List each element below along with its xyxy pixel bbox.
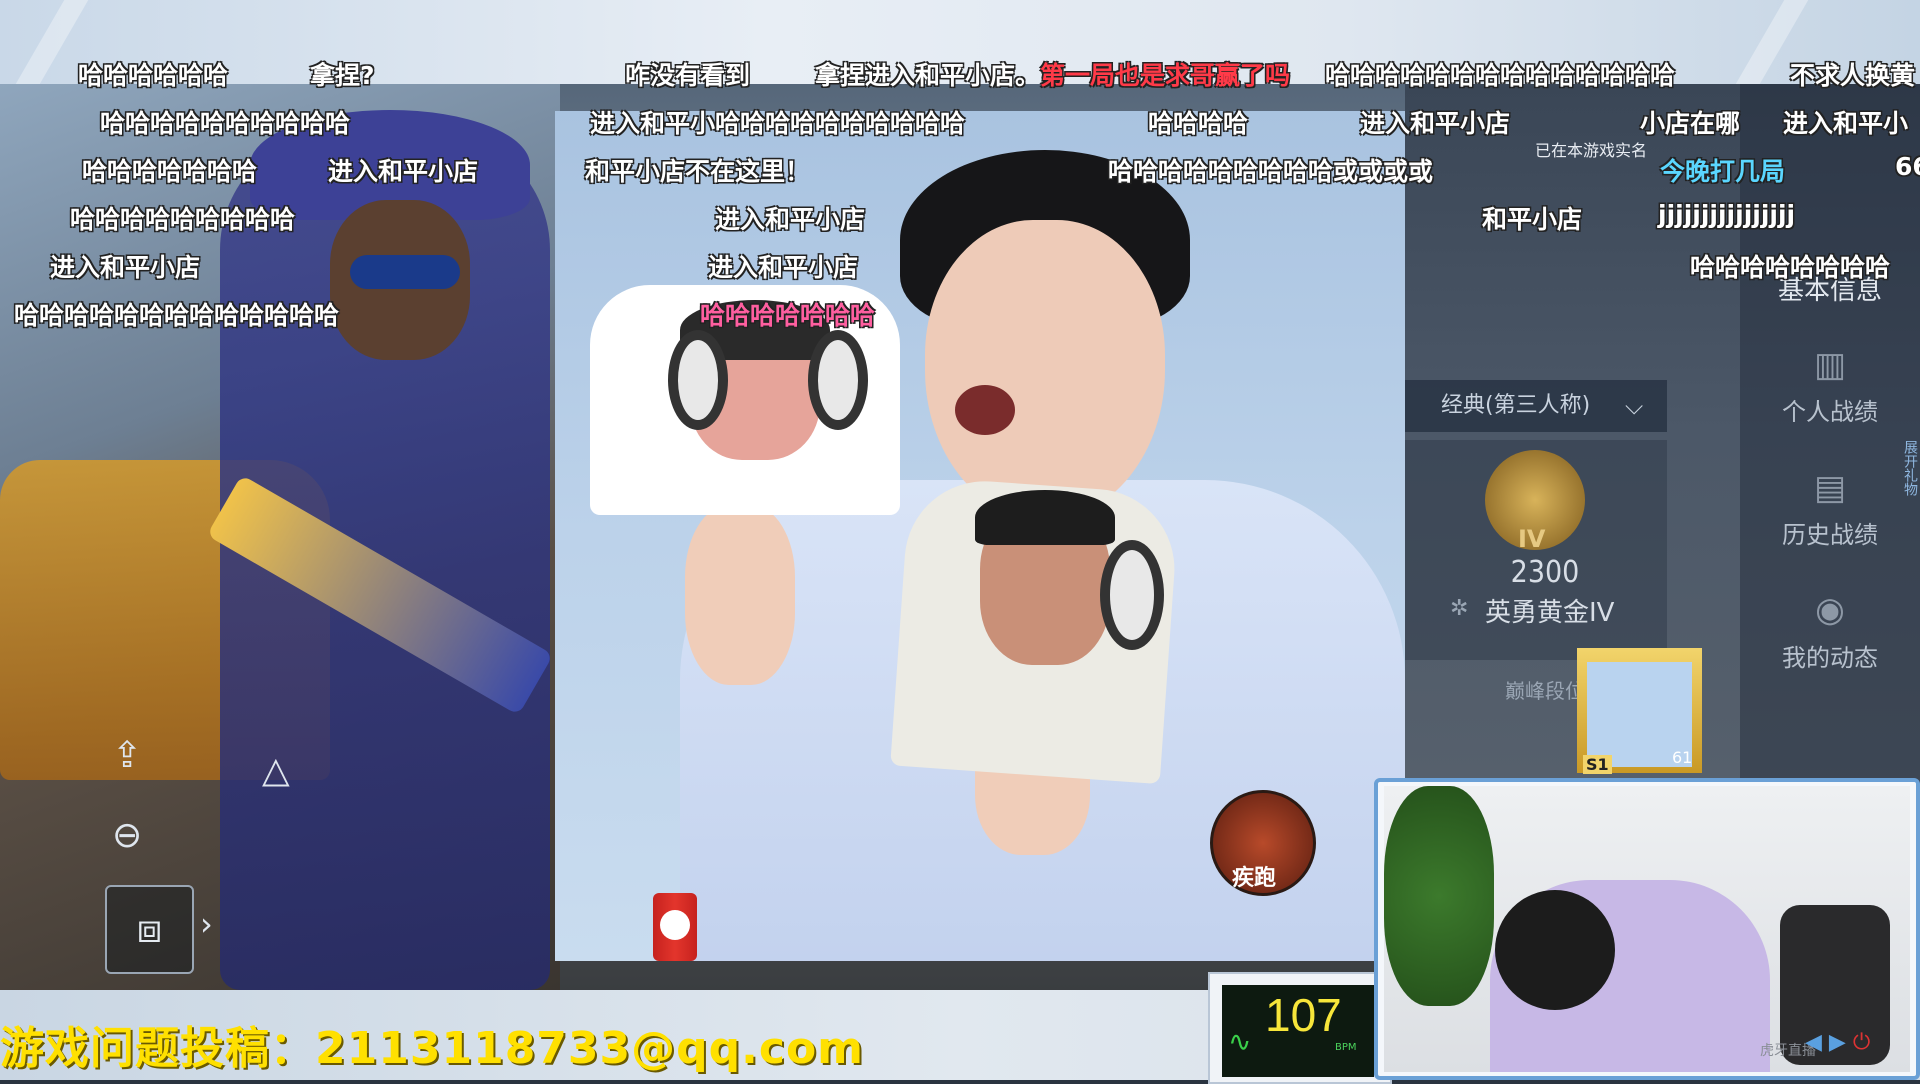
danmaku-comment: 哈哈哈哈哈哈哈哈: [1690, 253, 1891, 282]
danmaku-comment: 哈哈哈哈哈哈: [78, 61, 229, 90]
danmaku-comment: 进入和平小哈哈哈哈哈哈哈哈哈哈: [590, 109, 966, 138]
can-mascot-icon: [660, 910, 690, 940]
danmaku-comment: 今晚打几局: [1660, 157, 1786, 186]
danmaku-comment: 哈哈哈哈哈哈哈哈哈哈: [100, 109, 351, 138]
history-stats-button[interactable]: 历史战绩: [1740, 515, 1920, 550]
danmaku-comment: 进入和平小店: [715, 205, 866, 234]
person-icon[interactable]: ◉: [1740, 590, 1920, 630]
danmaku-comment: 小店在哪: [1640, 109, 1741, 138]
next-icon[interactable]: ▶: [1829, 1030, 1846, 1055]
rank-name: 英勇黄金IV: [1485, 598, 1615, 628]
chevron-down-icon[interactable]: ⌵: [1625, 392, 1643, 420]
danmaku-comment: 哈哈哈哈哈哈哈哈哈哈哈哈哈哈: [1325, 61, 1676, 90]
danmaku-comment: 66: [1895, 152, 1920, 181]
heart-line-icon: ∿: [1228, 1025, 1252, 1058]
bar-chart-icon[interactable]: ▥: [1740, 345, 1920, 385]
danmaku-comment: 哈哈哈哈哈哈哈哈哈: [70, 205, 296, 234]
danmaku-comment: 拿捏?: [310, 61, 375, 90]
contact-banner: 游戏问题投稿：2113118733@qq.com: [0, 1023, 865, 1074]
danmaku-comment: 哈哈哈哈哈哈哈哈哈或或或或: [1108, 157, 1434, 186]
webcam-plant: [1384, 786, 1494, 1006]
heart-rate-unit: BPM: [1335, 1042, 1357, 1053]
headphone-icon: [1100, 540, 1164, 650]
heart-rate-value: 107: [1265, 989, 1342, 1041]
document-icon[interactable]: ▤: [1740, 468, 1920, 508]
chevron-right-icon[interactable]: ›: [200, 905, 213, 943]
webcam-controls[interactable]: ◀ ▶ ⏻: [1805, 1030, 1870, 1055]
danmaku-comment: 进入和平小店: [328, 157, 479, 186]
danmaku-comment: 进入和平小店: [50, 253, 201, 282]
danmaku-comment: 哈哈哈哈哈哈哈: [82, 157, 258, 186]
danmaku-comment: 哈哈哈哈哈哈哈哈哈哈哈哈哈: [14, 301, 340, 330]
open-gift-tab[interactable]: 展开礼物: [1894, 440, 1918, 496]
triangle-icon[interactable]: △: [262, 750, 290, 791]
verify-note: 已在本游戏实名: [1535, 141, 1648, 160]
sticker2-hair: [975, 490, 1115, 545]
danmaku-comment: 进入和平小: [1783, 109, 1909, 138]
danmaku-comment: 和平小店不在这里！: [585, 157, 811, 186]
rank-tier: IV: [1518, 525, 1546, 553]
prev-icon[interactable]: ◀: [1805, 1030, 1822, 1055]
avatar-level: 61: [1672, 748, 1693, 767]
photo-person-mouth: [955, 385, 1015, 435]
headphone-icon: [808, 330, 868, 430]
danmaku-comment: 和平小店: [1482, 205, 1583, 234]
right-sidebar: [1740, 84, 1920, 784]
personal-stats-button[interactable]: 个人战绩: [1740, 392, 1920, 427]
character-sunglasses: [350, 255, 460, 289]
danmaku-comment: jjjjjjjjjjjjjjjj: [1658, 200, 1796, 229]
photo-left-hand: [685, 505, 795, 685]
danmaku-comment: 第一局也是求哥赢了吗: [1040, 61, 1291, 90]
zoom-out-icon[interactable]: ⊖: [112, 815, 142, 856]
danmaku-comment: 拿捏进入和平小店。: [815, 61, 1041, 90]
season-badge: S1: [1583, 755, 1612, 774]
peak-rank-label: 巅峰段位: [1505, 679, 1585, 703]
webcam-streamer-head: [1495, 890, 1615, 1010]
crate-icon[interactable]: ⧈: [105, 885, 194, 974]
my-activity-button[interactable]: 我的动态: [1740, 638, 1920, 673]
danmaku-comment: 进入和平小店: [708, 253, 859, 282]
headphone-icon: [668, 330, 728, 430]
sprint-label: 疾跑: [1232, 866, 1277, 891]
danmaku-comment: 进入和平小店: [1360, 109, 1511, 138]
danmaku-comment: 哈哈哈哈哈哈哈: [700, 301, 876, 330]
power-icon[interactable]: ⏻: [1853, 1030, 1870, 1055]
share-icon[interactable]: ⇪: [112, 735, 142, 776]
danmaku-comment: 不求人换黄: [1790, 61, 1916, 90]
danmaku-comment: 哈哈哈哈: [1148, 109, 1249, 138]
photo-person-face: [925, 220, 1165, 520]
danmaku-comment: 咋没有看到: [625, 61, 751, 90]
rank-score: 2300: [1510, 555, 1580, 590]
